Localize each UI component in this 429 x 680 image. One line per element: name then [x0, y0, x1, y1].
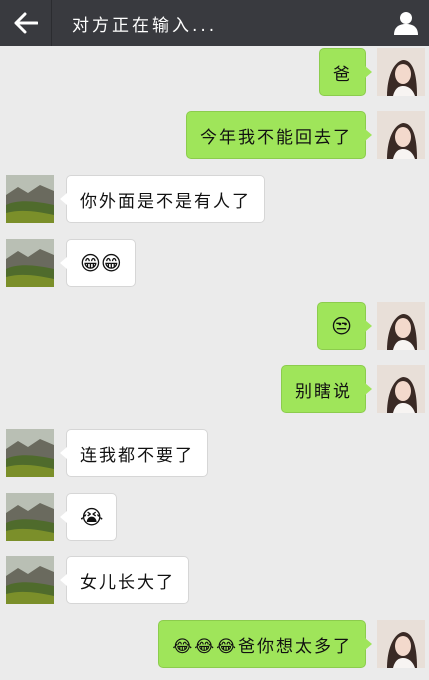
message-text: 😂😂😂爸你想太多了	[172, 636, 352, 657]
person-icon	[394, 12, 418, 35]
message-bubble-incoming[interactable]: 你外面是不是有人了	[60, 175, 265, 223]
my-avatar[interactable]	[377, 48, 425, 96]
message-row: 今年我不能回去了	[0, 111, 429, 163]
chat-title: 对方正在输入...	[72, 15, 218, 36]
message-bubble-outgoing[interactable]: 别瞎说	[281, 365, 372, 413]
chat-info-button[interactable]	[383, 0, 429, 46]
message-text: 今年我不能回去了	[200, 127, 352, 148]
crying-emoji: 😭	[80, 505, 104, 529]
message-bubble-outgoing[interactable]: 今年我不能回去了	[186, 111, 372, 159]
back-button[interactable]	[0, 0, 52, 46]
message-row: 你外面是不是有人了	[0, 175, 429, 227]
chat-header: 对方正在输入...	[0, 0, 429, 46]
message-text: 连我都不要了	[80, 445, 194, 466]
my-avatar[interactable]	[377, 302, 425, 350]
my-avatar[interactable]	[377, 620, 425, 668]
contact-avatar[interactable]	[6, 239, 54, 287]
my-avatar[interactable]	[377, 365, 425, 413]
message-text: 爸	[333, 64, 352, 85]
contact-avatar[interactable]	[6, 493, 54, 541]
contact-avatar[interactable]	[6, 429, 54, 477]
message-text: 别瞎说	[295, 381, 352, 402]
contact-avatar[interactable]	[6, 175, 54, 223]
message-row: 😁😁	[0, 239, 429, 291]
message-row: 爸	[0, 48, 429, 100]
message-row: 😒	[0, 302, 429, 354]
unamused-emoji: 😒	[331, 314, 352, 338]
contact-avatar[interactable]	[6, 556, 54, 604]
message-bubble-outgoing[interactable]: 😒	[317, 302, 372, 350]
message-bubble-incoming[interactable]: 😁😁	[60, 239, 136, 287]
message-bubble-incoming[interactable]: 连我都不要了	[60, 429, 208, 477]
my-avatar[interactable]	[377, 111, 425, 159]
message-row: 连我都不要了	[0, 429, 429, 481]
message-row: 别瞎说	[0, 365, 429, 417]
message-text: 女儿长大了	[80, 572, 175, 593]
message-row: 😭	[0, 493, 429, 545]
message-bubble-outgoing[interactable]: 爸	[319, 48, 372, 96]
message-bubble-outgoing[interactable]: 😂😂😂爸你想太多了	[158, 620, 372, 668]
message-bubble-incoming[interactable]: 😭	[59, 493, 118, 541]
message-bubble-incoming[interactable]: 女儿长大了	[60, 556, 189, 604]
arrow-left-icon	[14, 12, 38, 34]
message-row: 女儿长大了	[0, 556, 429, 608]
message-text: 你外面是不是有人了	[80, 191, 251, 212]
message-row: 😂😂😂爸你想太多了	[0, 620, 429, 672]
grinning-emoji: 😁😁	[80, 251, 122, 275]
